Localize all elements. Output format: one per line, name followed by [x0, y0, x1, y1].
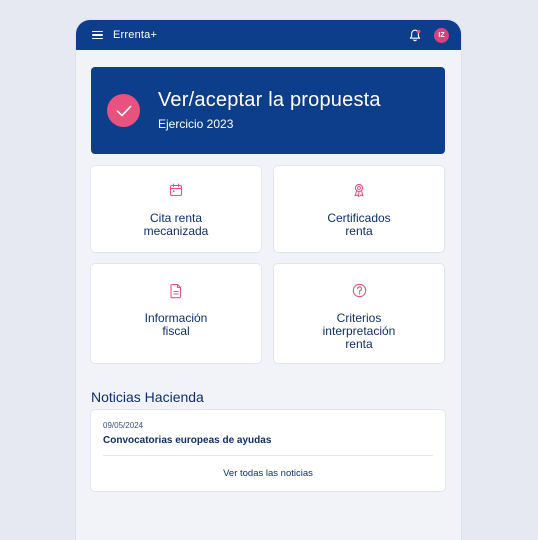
help-circle-icon	[274, 283, 444, 298]
tile-label: Criterios interpretación renta	[322, 311, 396, 351]
tile-label: Información fiscal	[144, 311, 208, 338]
award-ribbon-icon	[274, 183, 444, 197]
user-avatar[interactable]: IZ	[434, 27, 449, 43]
app-screen: Errenta+ IZ Ver/aceptar la propuesta Eje…	[76, 20, 461, 540]
news-date: 09/05/2024	[103, 421, 144, 430]
app-title: Errenta+	[113, 29, 158, 41]
tile-label: Certificados renta	[327, 211, 391, 238]
check-circle-icon	[107, 94, 140, 127]
tile-criterios-interpretacion[interactable]: Criterios interpretación renta	[274, 264, 444, 363]
tile-informacion-fiscal[interactable]: Información fiscal	[91, 264, 261, 363]
tile-label: Cita renta mecanizada	[143, 211, 209, 238]
calendar-icon	[91, 183, 261, 197]
app-header: Errenta+ IZ	[76, 20, 461, 50]
document-icon	[91, 283, 261, 299]
news-item-title[interactable]: Convocatorias europeas de ayudas	[103, 435, 271, 446]
news-card: 09/05/2024 Convocatorias europeas de ayu…	[91, 410, 445, 491]
hamburger-menu-icon[interactable]	[92, 30, 103, 40]
accept-proposal-card[interactable]: Ver/aceptar la propuesta Ejercicio 2023	[91, 67, 445, 154]
tile-certificados[interactable]: Certificados renta	[274, 166, 444, 252]
news-heading: Noticias Hacienda	[91, 389, 204, 405]
see-all-news-link[interactable]: Ver todas las noticias	[91, 468, 445, 479]
divider	[103, 455, 433, 456]
bell-icon[interactable]	[408, 28, 422, 42]
hero-title: Ver/aceptar la propuesta	[158, 89, 381, 111]
tile-cita-renta[interactable]: Cita renta mecanizada	[91, 166, 261, 252]
hero-subtitle: Ejercicio 2023	[158, 117, 234, 131]
